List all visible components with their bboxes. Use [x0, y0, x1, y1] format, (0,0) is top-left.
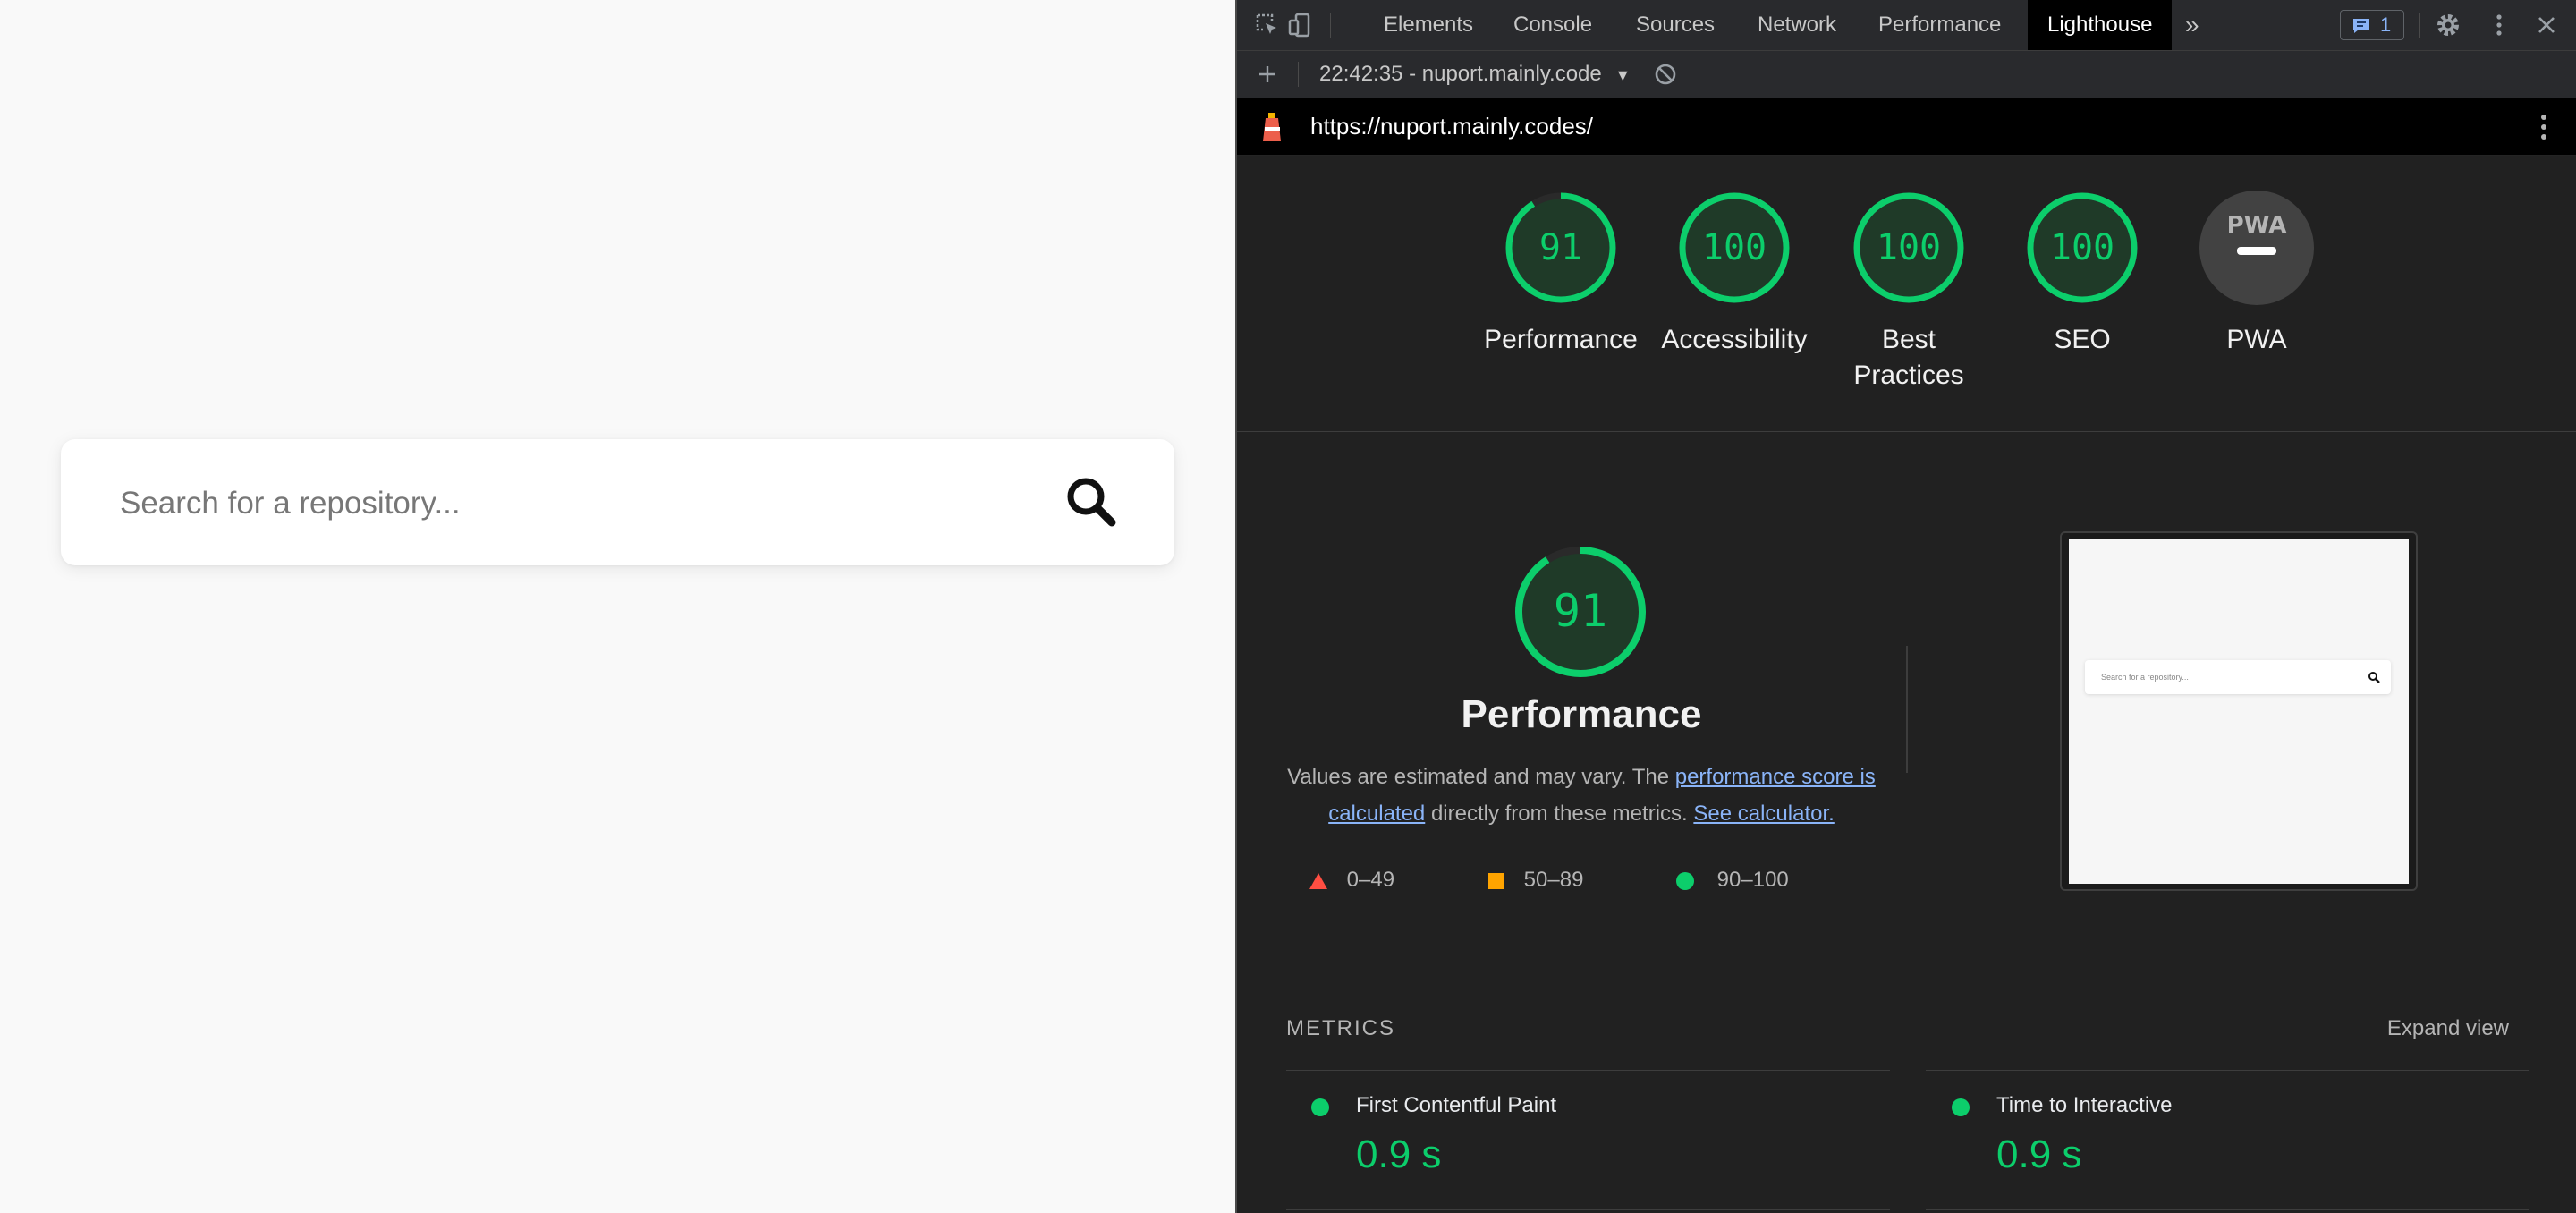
chevron-down-icon: ▼ — [1614, 66, 1631, 84]
close-icon[interactable] — [2532, 11, 2561, 39]
circle-icon — [1676, 871, 1694, 890]
report-selector-label: 22:42:35 - nuport.mainly.code — [1319, 62, 1602, 86]
plus-icon[interactable] — [1257, 64, 1278, 85]
expand-view-button[interactable]: Expand view — [2387, 1016, 2509, 1041]
desc-text: directly from these metrics. — [1425, 802, 1694, 826]
search-button[interactable] — [1063, 473, 1120, 530]
gauge-accessibility[interactable]: 100 Accessibility — [1649, 190, 1819, 358]
search-card — [61, 439, 1174, 565]
more-tabs-icon[interactable]: » — [2185, 0, 2199, 50]
toolbar-separator — [1298, 62, 1299, 87]
kebab-menu-icon[interactable] — [2485, 11, 2513, 39]
clear-icon[interactable] — [1654, 63, 1677, 86]
search-icon — [2368, 672, 2380, 683]
performance-score-gauge: 91 — [1515, 547, 1646, 677]
gear-icon[interactable] — [2434, 11, 2462, 39]
web-page — [0, 0, 1235, 1213]
performance-title: Performance — [1461, 692, 1702, 736]
score-gauge-ring: 100 — [1853, 192, 1964, 303]
tab-network[interactable]: Network — [1758, 0, 1836, 50]
score-value: 100 — [2050, 227, 2114, 268]
lighthouse-logo-icon — [1263, 113, 1281, 141]
toolbar-separator — [1330, 13, 1331, 38]
gauge-label: SEO — [2054, 325, 2111, 354]
desc-text: Values are estimated and may vary. The — [1287, 765, 1675, 789]
pass-indicator-icon — [1311, 1098, 1329, 1116]
score-value: 100 — [1877, 227, 1941, 268]
score-legend: 0–49 50–89 90–100 — [1309, 862, 1845, 898]
inspect-element-icon[interactable] — [1253, 11, 1282, 39]
tab-console[interactable]: Console — [1513, 0, 1592, 50]
search-icon — [1067, 478, 1116, 527]
section-divider — [1237, 431, 2576, 432]
metric-name: Time to Interactive — [1996, 1093, 2173, 1117]
final-screenshot[interactable]: Search for a repository... — [2060, 531, 2418, 891]
report-url-bar: https://nuport.mainly.codes/ — [1237, 98, 2576, 155]
legend-pass: 90–100 — [1675, 862, 1789, 898]
score-gauge-ring: 91 — [1505, 192, 1616, 303]
toolbar-separator — [2419, 13, 2420, 38]
metrics-header: METRICS — [1286, 1016, 1395, 1040]
legend-fail: 0–49 — [1309, 862, 1394, 898]
triangle-icon — [1309, 872, 1327, 889]
gauge-label: Performance — [1484, 325, 1638, 354]
report-selector[interactable]: 22:42:35 - nuport.mainly.code ▼ — [1319, 51, 1631, 98]
legend-average: 50–89 — [1487, 862, 1583, 898]
tab-performance[interactable]: Performance — [1878, 0, 2001, 50]
performance-description: Values are estimated and may vary. The p… — [1286, 759, 1877, 832]
tab-elements[interactable]: Elements — [1384, 0, 1473, 50]
see-calculator-link[interactable]: See calculator. — [1693, 802, 1834, 826]
issues-badge[interactable]: 1 — [2340, 10, 2404, 40]
pwa-badge-icon: PWA — [2199, 191, 2314, 305]
gauge-label: Best Practices — [1853, 325, 1964, 390]
performance-score: 91 — [1554, 585, 1607, 637]
report-url[interactable]: https://nuport.mainly.codes/ — [1310, 98, 1593, 155]
gauge-performance[interactable]: 91 Performance — [1476, 190, 1646, 358]
device-toolbar-icon[interactable] — [1285, 11, 1314, 39]
gauge-label: PWA — [2226, 325, 2287, 354]
devtools-tabbar: Elements Console Sources Network Perform… — [1237, 0, 2576, 51]
metric-divider — [1926, 1209, 2529, 1210]
lighthouse-report: 91 Performance 100 Accessibility 100 Bes… — [1237, 156, 2576, 1213]
pass-indicator-icon — [1952, 1098, 1970, 1116]
vertical-divider — [1906, 646, 1908, 773]
screenshot-search-card: Search for a repository... — [2085, 660, 2391, 694]
gauge-label: Accessibility — [1661, 325, 1808, 354]
message-icon — [2353, 19, 2369, 33]
metric-divider — [1286, 1209, 1890, 1210]
score-value: 91 — [1539, 227, 1582, 268]
gauge-best-practices[interactable]: 100 Best Practices — [1824, 190, 1994, 394]
metric-divider — [1286, 1070, 1890, 1071]
tab-lighthouse[interactable]: Lighthouse — [2028, 0, 2173, 50]
svg-text:PWA: PWA — [2227, 212, 2287, 239]
metric-divider — [1926, 1070, 2529, 1071]
metric-name: First Contentful Paint — [1356, 1093, 1557, 1117]
square-icon — [1488, 872, 1504, 889]
metric-value: 0.9 s — [1356, 1132, 1442, 1176]
issues-count: 1 — [2380, 13, 2392, 36]
score-value: 100 — [1702, 227, 1767, 268]
report-menu-icon[interactable] — [2538, 113, 2549, 141]
devtools-panel: Elements Console Sources Network Perform… — [1235, 0, 2576, 1213]
tab-sources[interactable]: Sources — [1636, 0, 1715, 50]
search-input[interactable] — [118, 471, 1052, 536]
score-gauge-ring: 100 — [2027, 192, 2138, 303]
gauge-pwa[interactable]: PWA PWA — [2172, 190, 2342, 358]
screenshot-placeholder: Search for a repository... — [2101, 673, 2189, 682]
lighthouse-toolbar: 22:42:35 - nuport.mainly.code ▼ — [1237, 51, 2576, 98]
gauge-seo[interactable]: 100 SEO — [1997, 190, 2167, 358]
metric-value: 0.9 s — [1996, 1132, 2082, 1176]
score-gauge-ring: 100 — [1679, 192, 1790, 303]
screenshot-page: Search for a repository... — [2069, 539, 2409, 884]
